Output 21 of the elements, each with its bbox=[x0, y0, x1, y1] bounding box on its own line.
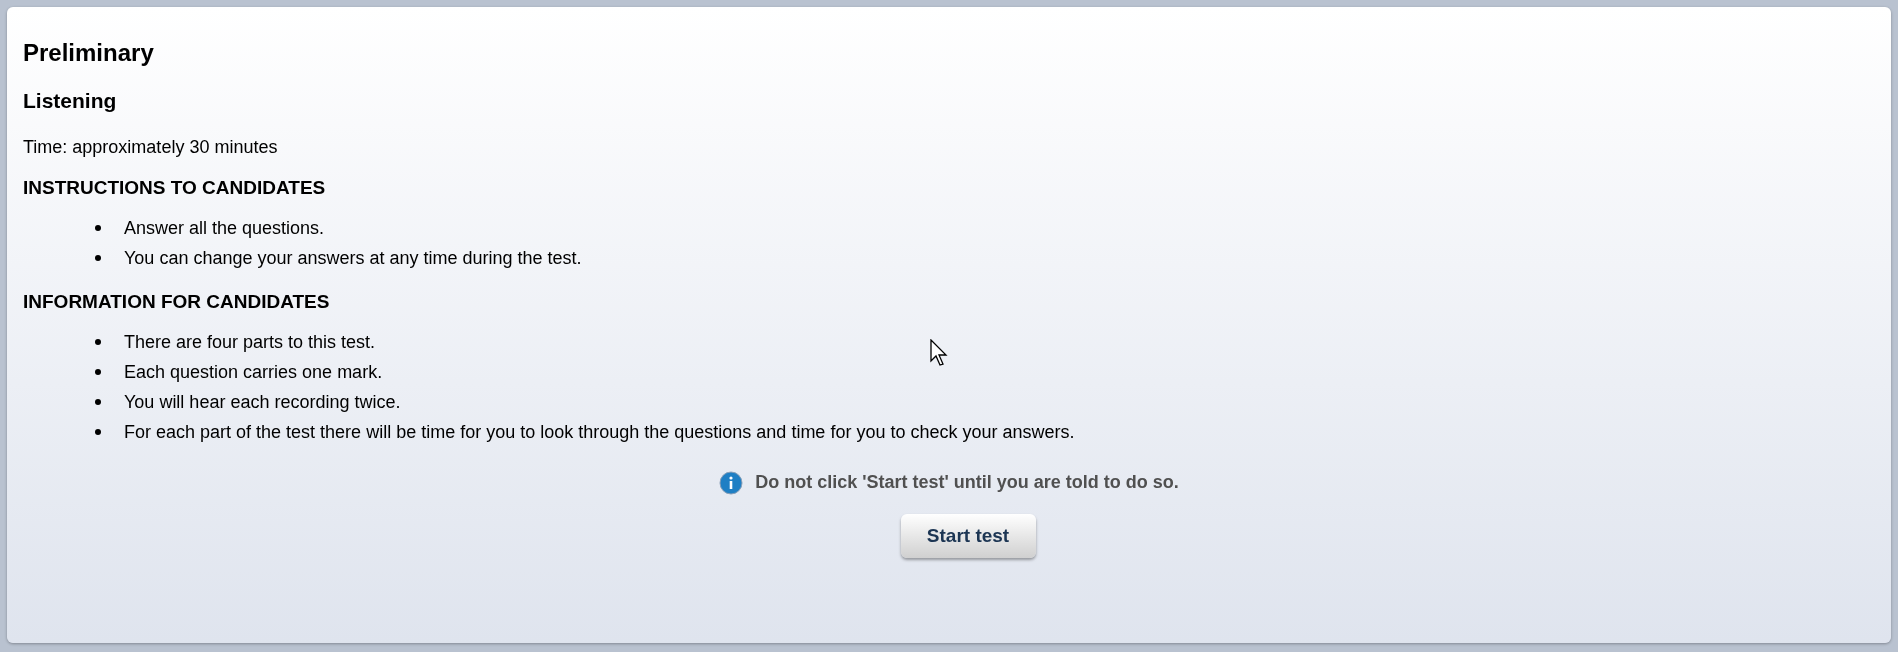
list-item: There are four parts to this test. bbox=[124, 330, 376, 354]
bullet-icon bbox=[95, 225, 101, 231]
section-title: Listening bbox=[23, 88, 118, 114]
list-item: You will hear each recording twice. bbox=[124, 390, 401, 414]
notice-text: Do not click 'Start test' until you are told to do so. bbox=[755, 471, 1179, 494]
list-item: For each part of the test there will be time for you to look through the questions and time for you to check your answers. bbox=[124, 420, 1075, 444]
bullet-icon bbox=[95, 429, 101, 435]
start-test-button[interactable]: Start test bbox=[900, 514, 1036, 558]
bullet-icon bbox=[95, 339, 101, 345]
bullet-icon bbox=[95, 369, 101, 375]
list-item: You can change your answers at any time during the test. bbox=[124, 246, 582, 270]
time-text: Time: approximately 30 minutes bbox=[23, 136, 279, 159]
pointer-icon bbox=[930, 339, 948, 367]
section-heading: INSTRUCTIONS TO CANDIDATES bbox=[23, 176, 327, 200]
bullet-icon bbox=[95, 399, 101, 405]
info-icon bbox=[719, 470, 744, 495]
list-item: Each question carries one mark. bbox=[124, 360, 383, 384]
page-title: Preliminary bbox=[23, 38, 155, 68]
list-item: Answer all the questions. bbox=[124, 216, 325, 240]
bullet-icon bbox=[95, 255, 101, 261]
section-heading: INFORMATION FOR CANDIDATES bbox=[23, 290, 331, 314]
